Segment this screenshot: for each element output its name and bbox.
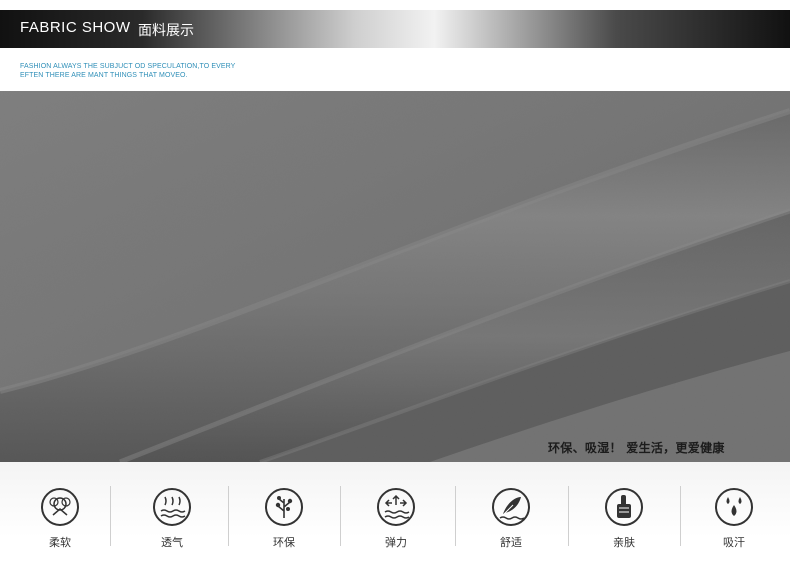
feature-comfort: 舒适 <box>455 462 567 569</box>
feature-label: 吸汗 <box>723 536 745 549</box>
feature-label: 环保 <box>273 536 295 549</box>
feature-stretch: 弹力 <box>340 462 452 569</box>
feature-sweat-absorb: 吸汗 <box>678 462 790 569</box>
thumbs-up-icon <box>604 487 644 527</box>
breathable-waves-icon <box>152 487 192 527</box>
tagline-line-2: EFTEN THERE ARE MANT THINGS THAT MOVEO. <box>20 72 188 79</box>
fabric-image <box>0 91 790 462</box>
feature-label: 柔软 <box>49 536 71 549</box>
header-bar: FABRIC SHOW 面料展示 <box>0 10 790 48</box>
tagline: FASHION ALWAYS THE SUBJUCT OD SPECULATIO… <box>20 62 235 80</box>
water-drops-icon <box>714 487 754 527</box>
divider <box>110 486 111 546</box>
cotton-flower-icon <box>40 487 80 527</box>
feature-label: 弹力 <box>385 536 407 549</box>
feature-skin-friendly: 亲肤 <box>568 462 680 569</box>
fabric-folds-graphic <box>0 91 790 462</box>
stretch-arrows-icon <box>376 487 416 527</box>
fabric-caption: 环保、吸湿！ 爱生活，更爱健康 <box>548 441 725 455</box>
feature-label: 亲肤 <box>613 536 635 549</box>
eco-tree-icon <box>264 487 304 527</box>
header-subtitle: 面料展示 <box>138 23 194 39</box>
feature-label: 舒适 <box>500 536 522 549</box>
feather-icon <box>491 487 531 527</box>
feature-breathable: 透气 <box>116 462 228 569</box>
feature-label: 透气 <box>161 536 183 549</box>
feature-soft: 柔软 <box>4 462 116 569</box>
feature-eco: 环保 <box>228 462 340 569</box>
features-row: 柔软 透气 环保 弹力 舒适 亲肤 吸汗 <box>0 462 790 569</box>
header-title: FABRIC SHOW <box>20 19 131 36</box>
tagline-line-1: FASHION ALWAYS THE SUBJUCT OD SPECULATIO… <box>20 63 236 70</box>
